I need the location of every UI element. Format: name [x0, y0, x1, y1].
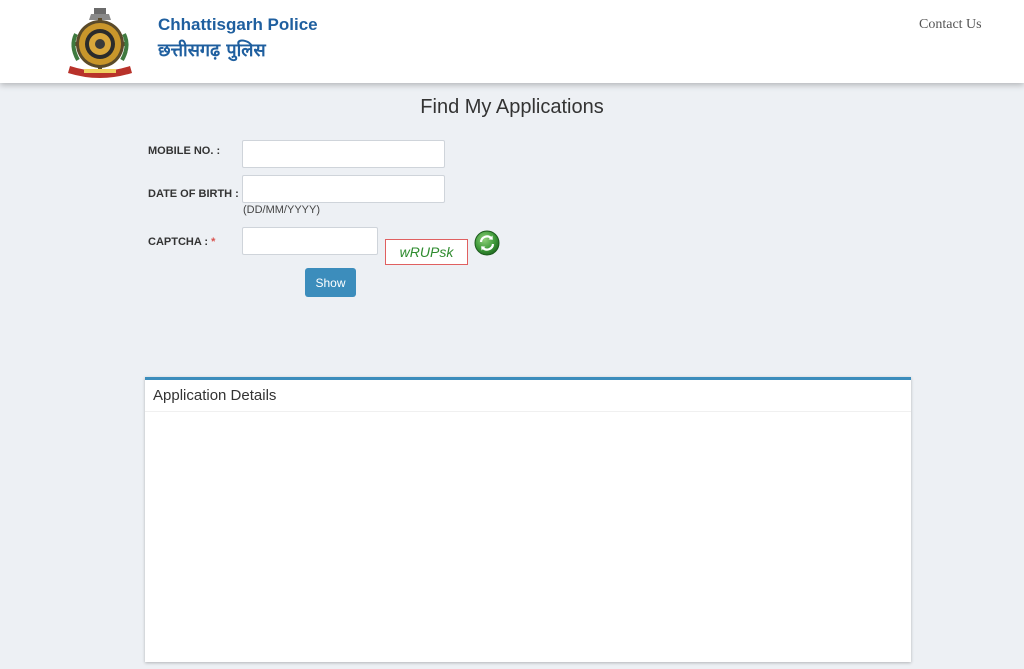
- dob-input[interactable]: [242, 175, 445, 203]
- dob-format-hint: (DD/MM/YYYY): [243, 204, 320, 216]
- captcha-image: wRUPsk: [385, 239, 468, 265]
- application-details-panel: Application Details: [145, 377, 911, 662]
- captcha-label-wrap: CAPTCHA : *: [148, 236, 215, 248]
- mobile-input[interactable]: [242, 140, 445, 168]
- brand-name-hindi: छत्तीसगढ़ पुलिस: [158, 40, 266, 61]
- dob-label: DATE OF BIRTH :: [148, 188, 239, 200]
- mobile-label: MOBILE NO. :: [148, 145, 221, 157]
- show-button[interactable]: Show: [305, 268, 356, 297]
- refresh-icon[interactable]: [474, 230, 500, 256]
- contact-us-link[interactable]: Contact Us: [919, 17, 982, 33]
- panel-title: Application Details: [145, 380, 911, 412]
- required-asterisk: *: [211, 236, 216, 248]
- brand-name-english: Chhattisgarh Police: [158, 15, 318, 34]
- site-header: Chhattisgarh Police छत्तीसगढ़ पुलिस Cont…: [0, 0, 1024, 83]
- page-title: Find My Applications: [420, 96, 604, 118]
- captcha-label: CAPTCHA :: [148, 236, 209, 248]
- captcha-input[interactable]: [242, 227, 378, 255]
- police-emblem-icon[interactable]: [64, 4, 136, 80]
